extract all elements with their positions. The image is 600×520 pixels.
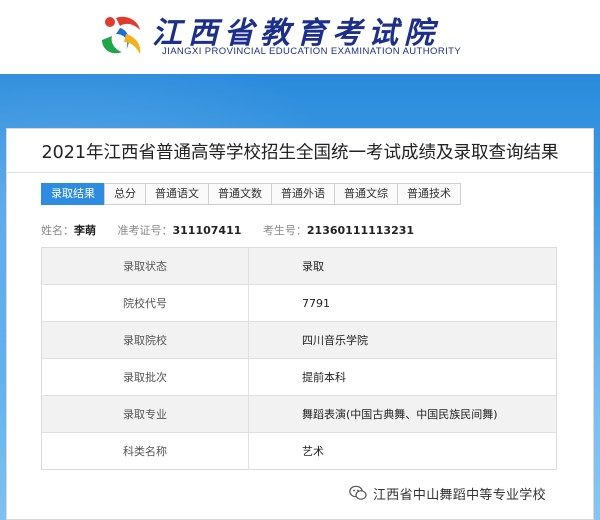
site-header: 江西省教育考试院 JIANGXI PROVINCIAL EDUCATION EX…	[0, 0, 600, 74]
table-row: 录取专业 舞蹈表演(中国古典舞、中国民族民间舞)	[41, 395, 557, 433]
table-row: 科类名称 艺术	[41, 432, 557, 470]
site-subtitle: JIANGXI PROVINCIAL EDUCATION EXAMINATION…	[162, 46, 462, 57]
table-row: 录取院校 四川音乐学院	[41, 321, 557, 359]
tab-math[interactable]: 普通文数	[208, 183, 272, 205]
tab-technology[interactable]: 普通技术	[397, 183, 461, 205]
tab-admission-result[interactable]: 录取结果	[41, 183, 105, 205]
jx-logo-icon	[102, 16, 141, 54]
row-key: 录取状态	[41, 247, 249, 285]
table-row: 录取批次 提前本科	[41, 358, 557, 396]
row-value: 艺术	[248, 432, 557, 470]
student-name: 李萌	[74, 224, 96, 237]
row-key: 院校代号	[41, 284, 249, 322]
row-value: 舞蹈表演(中国古典舞、中国民族民间舞)	[248, 395, 557, 433]
tab-chinese[interactable]: 普通语文	[145, 183, 209, 205]
result-tabs: 录取结果 总分 普通语文 普通文数 普通外语 普通文综 普通技术	[41, 183, 461, 205]
row-value: 提前本科	[248, 358, 557, 396]
admission-table: 录取状态 录取 院校代号 7791 录取院校 四川音乐学院 录取批次 提前本科 …	[41, 247, 557, 470]
student-info: 姓名：李萌 准考证号：311107411 考生号：21360111113231	[41, 222, 432, 238]
row-key: 科类名称	[41, 432, 249, 470]
table-row: 院校代号 7791	[41, 284, 557, 322]
page-title: 2021年江西省普通高等学校招生全国统一考试成绩及录取查询结果	[41, 143, 559, 163]
row-value: 四川音乐学院	[248, 321, 557, 359]
row-key: 录取专业	[41, 395, 249, 433]
row-value: 录取	[248, 247, 557, 285]
ticket-number: 311107411	[172, 224, 242, 237]
exam-number: 21360111113231	[306, 224, 415, 237]
tab-total-score[interactable]: 总分	[104, 183, 146, 205]
tab-foreign-language[interactable]: 普通外语	[271, 183, 335, 205]
ticket-label: 准考证号：	[117, 224, 173, 237]
exam-number-label: 考生号：	[262, 224, 307, 237]
watermark: 江西省中山舞蹈中等专业学校	[349, 483, 546, 503]
watermark-text: 江西省中山舞蹈中等专业学校	[373, 487, 546, 503]
name-label: 姓名：	[41, 224, 74, 237]
row-key: 录取批次	[41, 358, 249, 396]
wechat-icon	[349, 485, 367, 500]
title-divider	[6, 172, 594, 173]
tab-liberal-arts[interactable]: 普通文综	[334, 183, 398, 205]
row-value: 7791	[248, 284, 557, 322]
row-key: 录取院校	[41, 321, 249, 359]
table-row: 录取状态 录取	[41, 247, 557, 285]
